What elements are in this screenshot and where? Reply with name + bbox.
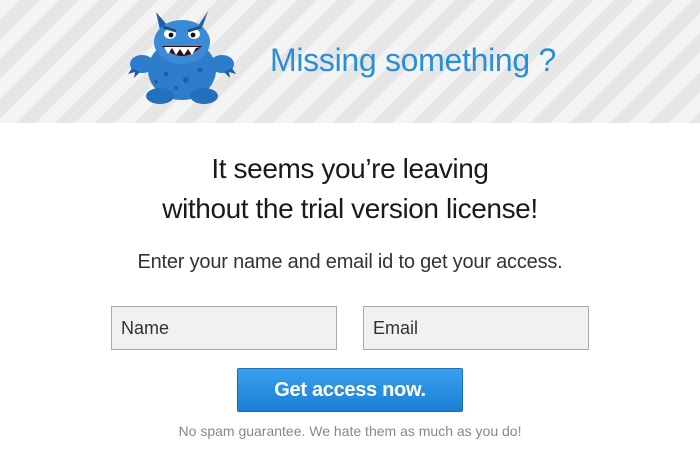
blue-monster-icon (128, 11, 236, 104)
page-title: It seems you’re leaving without the tria… (0, 149, 700, 229)
subtitle: Enter your name and email id to get your… (137, 251, 563, 273)
spam-note: No spam guarantee. We hate them as much … (178, 423, 522, 439)
header-banner: Missing something ? (0, 0, 700, 123)
email-input[interactable] (363, 306, 589, 350)
get-access-button[interactable]: Get access now. (237, 368, 463, 412)
title-line-1: It seems you’re leaving (211, 153, 489, 184)
title-line-2: without the trial version license! (162, 193, 538, 224)
headline: Missing something ? (270, 42, 556, 78)
name-input[interactable] (111, 306, 337, 350)
